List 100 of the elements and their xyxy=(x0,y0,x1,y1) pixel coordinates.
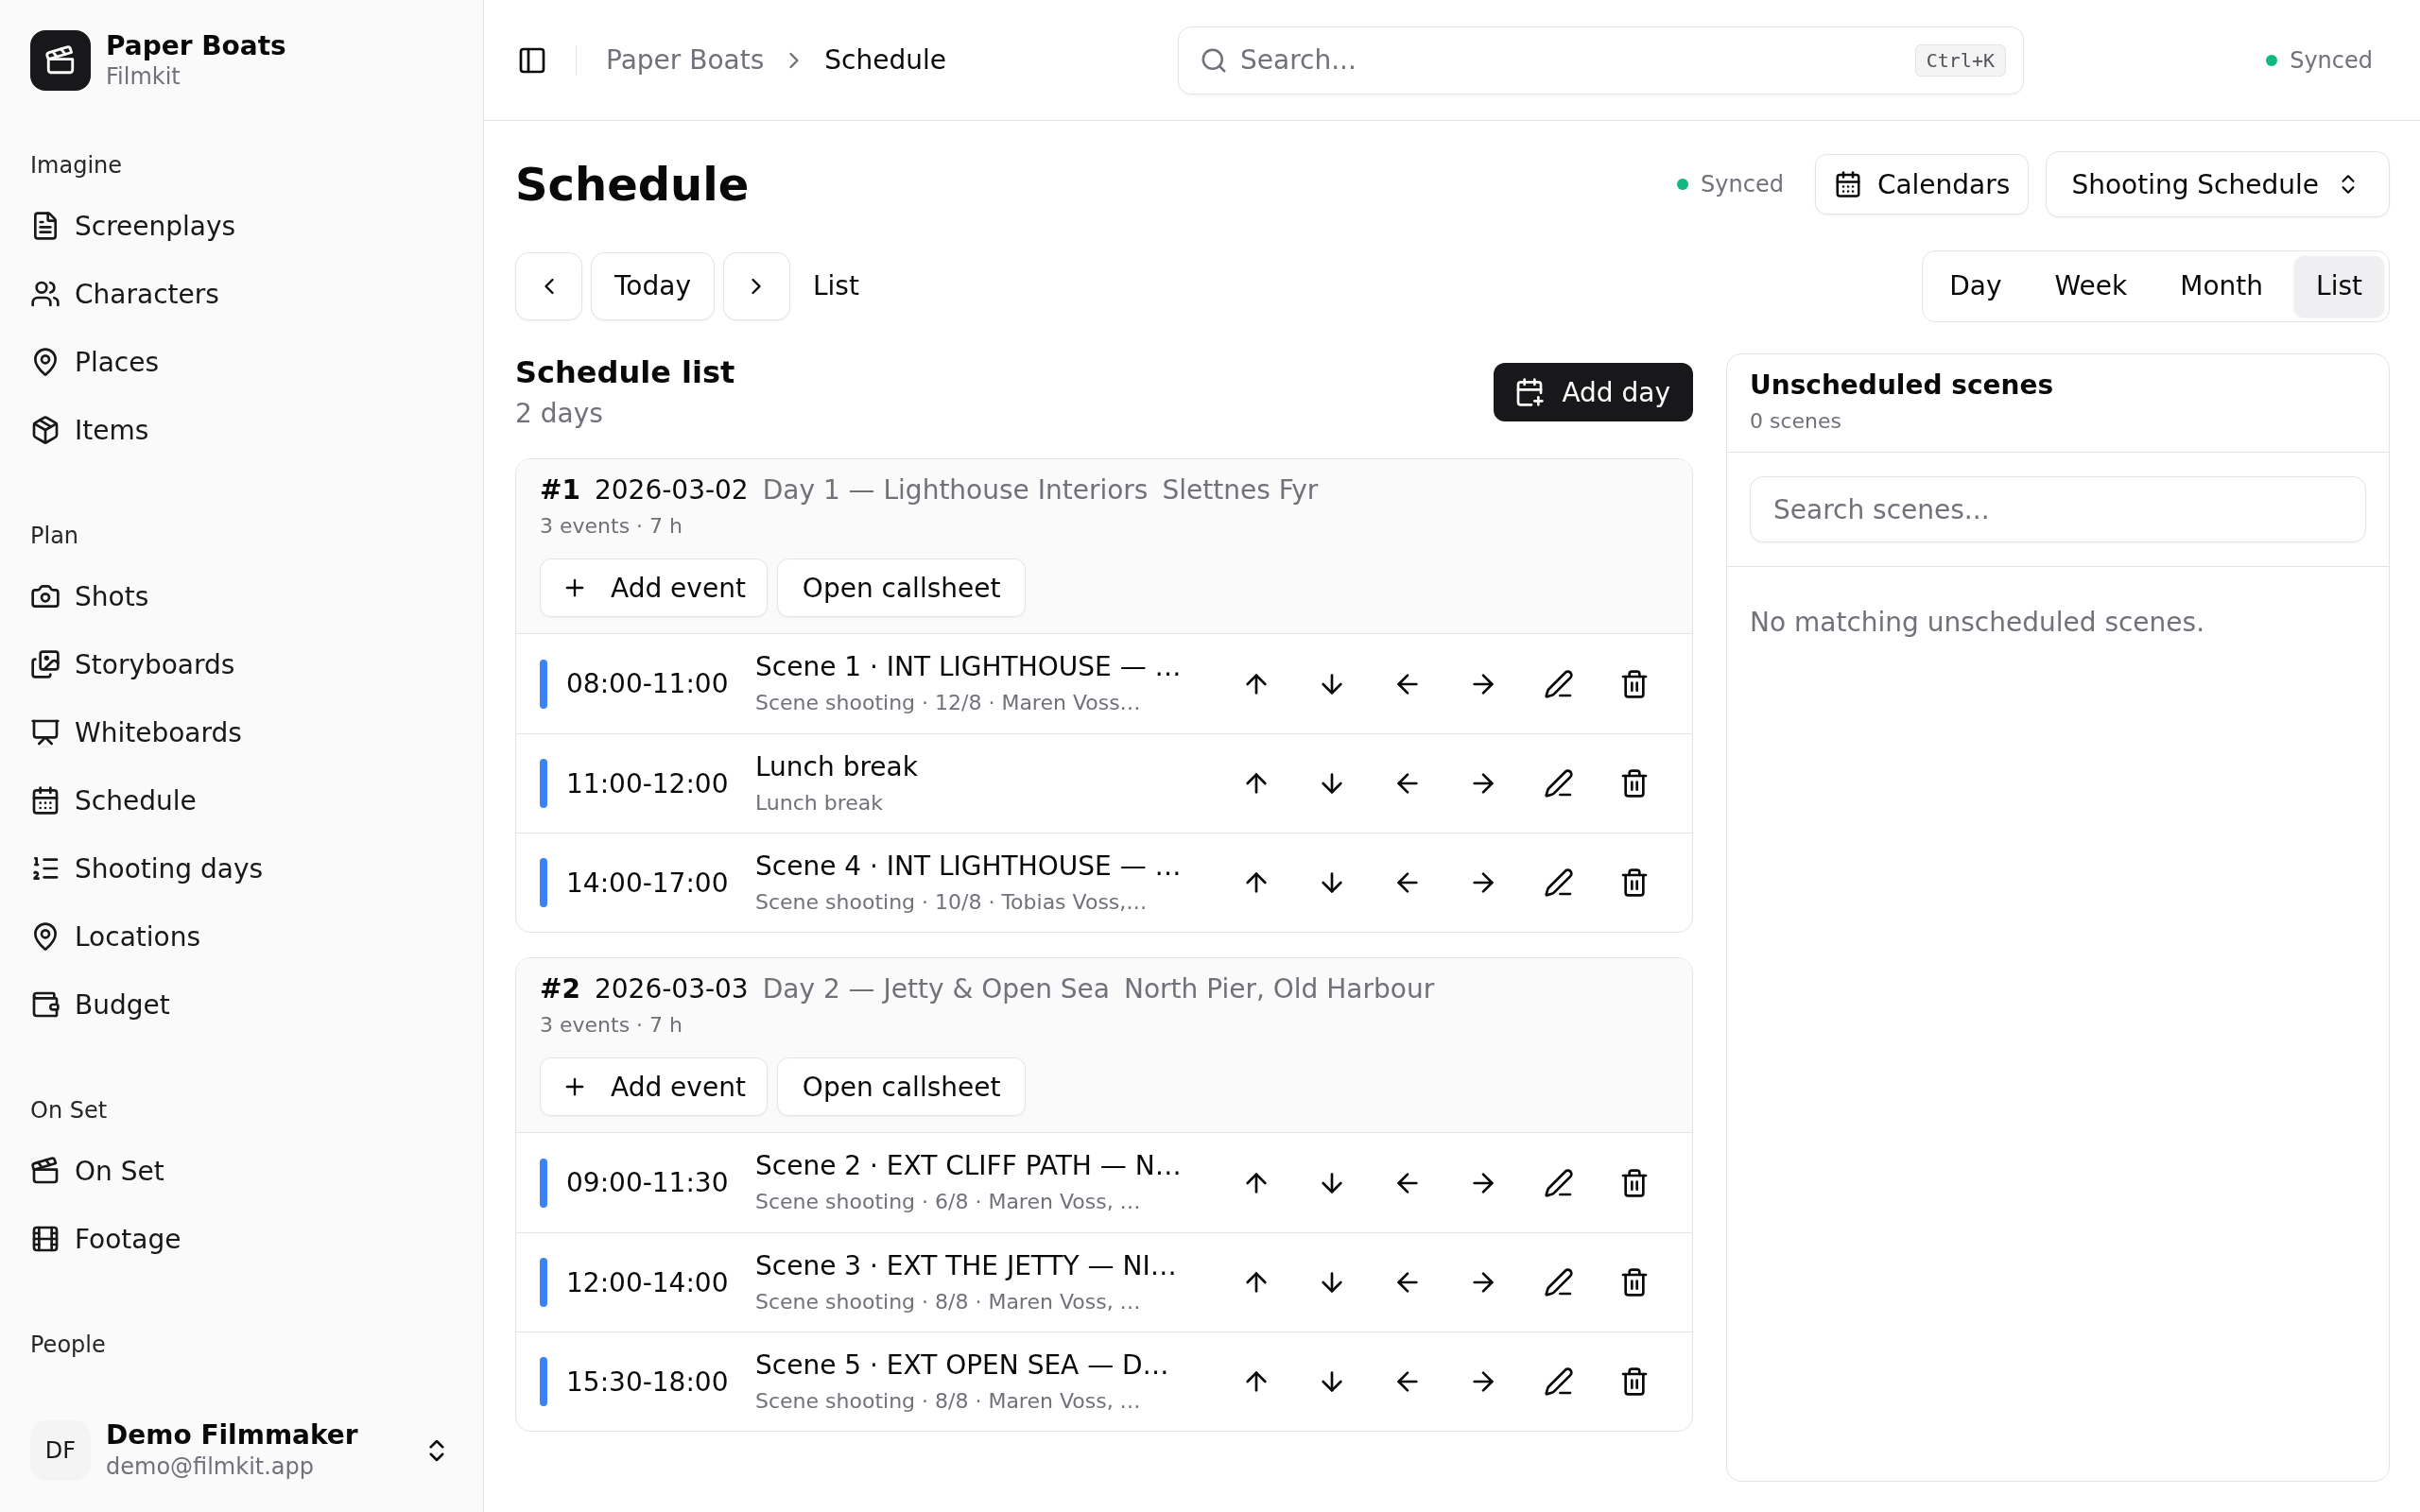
event-details: Scene shooting · 12/8 · Maren Voss… xyxy=(755,690,1141,716)
project-name: Paper Boats xyxy=(106,30,286,62)
scene-count: 0 scenes xyxy=(1750,408,1842,435)
open-callsheet-button[interactable]: Open callsheet xyxy=(776,558,1027,617)
event-title: Scene 4 · INT LIGHTHOUSE — … xyxy=(755,849,1182,884)
breadcrumb-link[interactable]: Paper Boats xyxy=(606,44,765,76)
section-label: People xyxy=(30,1331,106,1360)
day-summary: 3 events · 7 h xyxy=(540,513,683,540)
film-strip-icon xyxy=(30,1224,60,1254)
event-title: Scene 1 · INT LIGHTHOUSE — … xyxy=(755,650,1182,684)
people-icon xyxy=(30,279,60,309)
nav-item[interactable]: Schedule xyxy=(30,766,197,834)
user-email: demo@filmkit.app xyxy=(106,1452,314,1482)
calendar-icon xyxy=(30,785,60,816)
pencil-icon xyxy=(1544,1167,1574,1198)
event-time: 15:30-18:00 xyxy=(566,1366,730,1398)
nav-item[interactable]: Shooting days xyxy=(30,834,264,902)
event-time: 08:00-11:00 xyxy=(566,668,730,699)
event-title: Scene 5 · EXT OPEN SEA — D… xyxy=(755,1348,1169,1383)
event-title: Lunch break xyxy=(755,749,918,784)
status-dot-icon xyxy=(1677,179,1689,190)
nav-item[interactable]: Budget xyxy=(30,971,170,1039)
search-field[interactable]: Search... Ctrl+K xyxy=(1178,26,2024,94)
add-event-button[interactable]: Add event xyxy=(540,1057,768,1116)
trash-icon xyxy=(1619,1366,1650,1397)
event-time: 09:00-11:30 xyxy=(566,1167,730,1198)
event-time: 14:00-17:00 xyxy=(566,867,730,899)
status-dot-icon xyxy=(2266,54,2278,66)
calendars-button[interactable]: Calendars xyxy=(1814,154,2030,215)
trash-icon xyxy=(1619,1267,1650,1297)
sync-status: Synced xyxy=(2290,46,2373,74)
nav-item[interactable]: Items xyxy=(30,396,149,464)
event-details: Scene shooting · 6/8 · Maren Voss, … xyxy=(755,1189,1141,1215)
view-tab[interactable]: Week xyxy=(2032,255,2150,317)
pencil-icon xyxy=(1544,668,1574,699)
nav-item[interactable]: Storyboards xyxy=(30,630,235,698)
app-name: Filmkit xyxy=(106,62,181,91)
empty-message: No matching unscheduled scenes. xyxy=(1750,606,2205,640)
nav-item[interactable]: Characters xyxy=(30,260,219,328)
calendar-plus-icon xyxy=(1514,377,1546,407)
section-label: On Set xyxy=(30,1096,108,1125)
calendar-select[interactable]: Shooting Schedule xyxy=(2046,151,2390,217)
nav-item[interactable]: On Set xyxy=(30,1137,164,1205)
clapperboard-logo-icon xyxy=(30,30,91,91)
wallet-icon xyxy=(30,989,60,1020)
day-date: 2026-03-03 xyxy=(594,972,749,1006)
event-details: Scene shooting · 10/8 · Tobias Voss,… xyxy=(755,888,1148,916)
event-title: Scene 2 · EXT CLIFF PATH — N… xyxy=(755,1149,1182,1183)
add-day-button[interactable]: Add day xyxy=(1494,363,1693,421)
open-callsheet-button[interactable]: Open callsheet xyxy=(776,1057,1027,1116)
section-label: Plan xyxy=(30,522,79,551)
clapperboard-icon xyxy=(30,1156,60,1186)
today-button[interactable]: Today xyxy=(591,251,715,320)
view-tab[interactable]: Day xyxy=(1927,255,2024,317)
nav-item[interactable]: Whiteboards xyxy=(30,698,242,766)
day-location: North Pier, Old Harbour xyxy=(1124,972,1435,1006)
list-title: Schedule list xyxy=(515,353,735,391)
scene-search-field[interactable]: Search scenes... xyxy=(1750,476,2366,542)
nav-item[interactable]: Footage xyxy=(30,1205,182,1273)
page-title: Schedule xyxy=(515,157,750,212)
user-name: Demo Filmmaker xyxy=(106,1419,358,1452)
trash-icon xyxy=(1619,768,1650,799)
section-label: Imagine xyxy=(30,151,123,180)
nav-item[interactable]: Shots xyxy=(30,562,149,630)
calendar-icon xyxy=(1833,170,1862,198)
day-number: #2 xyxy=(540,972,580,1006)
range-label: List xyxy=(813,270,859,301)
view-tab[interactable]: List xyxy=(2294,255,2384,317)
day-summary: 3 events · 7 h xyxy=(540,1012,683,1039)
day-number: #1 xyxy=(540,473,580,507)
pencil-icon xyxy=(1544,1267,1574,1297)
nav-item[interactable]: Locations xyxy=(30,902,200,971)
panel-title: Unscheduled scenes xyxy=(1750,369,2054,403)
view-tab[interactable]: Month xyxy=(2158,255,2286,317)
pencil-icon xyxy=(1544,768,1574,799)
event-details: Scene shooting · 8/8 · Maren Voss, … xyxy=(755,1288,1141,1315)
box-icon xyxy=(30,415,60,445)
pencil-icon xyxy=(1544,1366,1574,1397)
day-name: Day 1 — Lighthouse Interiors xyxy=(762,473,1149,507)
trash-icon xyxy=(1619,668,1650,699)
add-event-button[interactable]: Add event xyxy=(540,558,768,617)
images-icon xyxy=(30,649,60,679)
nav-item[interactable]: Places xyxy=(30,328,160,396)
pencil-icon xyxy=(1544,868,1574,898)
search-input[interactable]: Search... xyxy=(1240,41,1903,79)
nav-item[interactable]: Screenplays xyxy=(30,192,236,260)
user-avatar: DF xyxy=(30,1420,91,1481)
day-name: Day 2 — Jetty & Open Sea xyxy=(762,972,1110,1006)
day-date: 2026-03-02 xyxy=(594,473,749,507)
shortcut-key: Ctrl+K xyxy=(1914,43,2006,77)
breadcrumb-current: Schedule xyxy=(824,44,946,76)
sync-status: Synced xyxy=(1701,171,1784,198)
event-title: Scene 3 · EXT THE JETTY — NI… xyxy=(755,1248,1177,1283)
event-details: Scene shooting · 8/8 · Maren Voss, … xyxy=(755,1387,1141,1415)
event-time: 12:00-14:00 xyxy=(566,1266,730,1298)
day-count: 2 days xyxy=(515,397,603,431)
event-time: 11:00-12:00 xyxy=(566,767,730,799)
easel-icon xyxy=(30,717,60,747)
event-details: Lunch break xyxy=(755,789,884,816)
trash-icon xyxy=(1619,868,1650,898)
